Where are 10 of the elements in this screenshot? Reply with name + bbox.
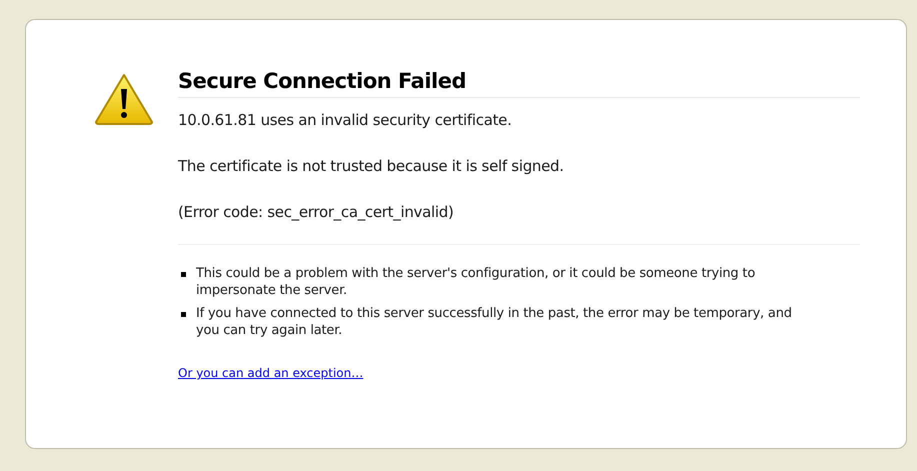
error-message: The certificate is not trusted because it is self signed. bbox=[178, 156, 565, 177]
bullet-text: This could be a problem with the server's configuration, or it could be someone trying to impersonate the server. bbox=[196, 265, 756, 299]
add-exception-link[interactable]: Or you can add an exception… bbox=[178, 364, 364, 382]
error-message: (Error code: sec_error_ca_cert_invalid) bbox=[178, 202, 454, 223]
bullet-text: If you have connected to this server successfully in the past, the error may be temporary, and you can try again later. bbox=[196, 305, 793, 339]
error-title: Secure Connection Failed bbox=[178, 68, 467, 95]
warning-icon bbox=[94, 73, 154, 125]
bullet-icon bbox=[181, 272, 186, 277]
bullet-icon bbox=[181, 312, 186, 317]
error-message: 10.0.61.81 uses an invalid security certificate. bbox=[178, 110, 513, 131]
